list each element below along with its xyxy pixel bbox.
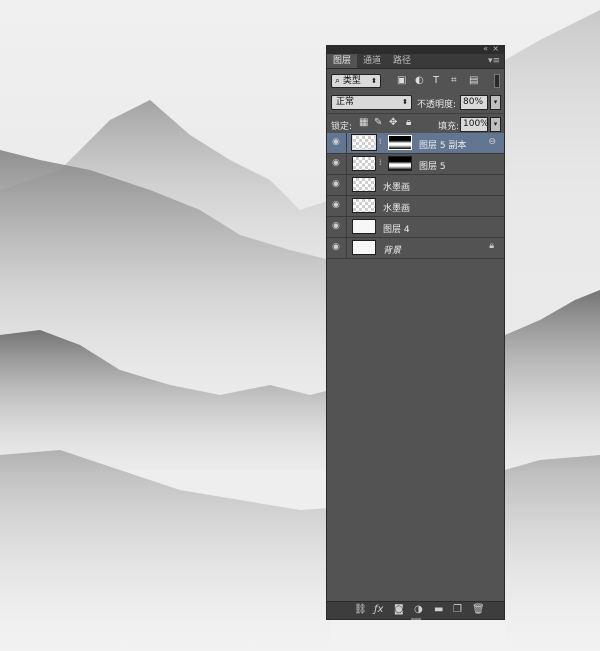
layers-panel: « × 图层 通道 路径 ▾≡ ⌕ 类型 ⬍ ▣ ◐ T ⌗ ▤ 正常 ⬍ 不透… [326,44,505,620]
panel-menu-icon[interactable]: ▾≡ [488,54,500,68]
lock-all-icon[interactable]: 🔒︎ [406,117,411,128]
layers-list: ◉ ⁞ 图层 5 副本 ⊖ ◉ ⁞ 图层 5 ◉ 水墨画 ◉ 水墨画 ◉ 图层 … [327,133,504,603]
type-filter-icon[interactable]: T [433,75,439,86]
close-icon[interactable]: × [492,44,499,53]
link-layers-icon[interactable]: ⛓ [354,604,367,615]
add-mask-icon[interactable]: ◙ [394,604,404,615]
lock-icon: 🔒︎ [489,241,494,251]
visibility-eye-icon[interactable]: ◉ [332,200,340,210]
trash-icon[interactable]: 🗑︎ [472,604,485,615]
tab-layers[interactable]: 图层 [327,54,358,68]
lower-ridge [0,450,330,651]
lock-transparent-pixels-icon[interactable]: ▦ [359,117,368,128]
visibility-eye-icon[interactable]: ◉ [332,158,340,168]
visibility-eye-icon[interactable]: ◉ [332,137,340,147]
blend-mode-select[interactable]: 正常 ⬍ [331,95,412,110]
new-group-icon[interactable]: ▬ [434,604,443,615]
lock-image-pixels-icon[interactable]: ✎ [374,117,382,128]
lower-ridge-right [505,455,600,651]
visibility-eye-icon[interactable]: ◉ [332,221,340,231]
blend-row: 正常 ⬍ 不透明度: 80% ▾ [327,92,504,113]
shape-filter-icon[interactable]: ⌗ [451,75,457,86]
panel-tabs: 图层 通道 路径 ▾≡ [327,54,504,69]
fx-icon[interactable]: ƒx [374,604,383,615]
new-layer-icon[interactable]: ❐ [453,604,462,615]
layer-row[interactable]: ◉ 水墨画 [327,175,504,196]
layer-row[interactable]: ◉ ⁞ 图层 5 副本 ⊖ [327,133,504,154]
collapse-icon[interactable]: « [483,44,488,53]
ink-mountain-canvas [0,10,600,651]
smart-object-filter-icon[interactable]: ▤ [469,75,478,86]
opacity-label: 不透明度: [417,100,457,110]
mask-link-icon[interactable]: ⁞ [379,137,382,146]
blend-mode-value: 正常 [336,97,355,107]
resize-grip[interactable] [411,618,421,620]
link-icon: ⊖ [488,137,496,147]
layer-name: 背景 [383,246,402,256]
filter-toggle-switch[interactable] [494,74,500,88]
layer-row[interactable]: ◉ 水墨画 [327,196,504,217]
filter-row: ⌕ 类型 ⬍ ▣ ◐ T ⌗ ▤ [327,72,504,92]
mask-link-icon[interactable]: ⁞ [379,158,382,167]
layer-thumbnail[interactable] [352,177,376,192]
layer-name: 图层 4 [383,225,410,235]
layer-mask-thumbnail[interactable] [388,156,412,171]
fill-field[interactable]: 100% [460,117,489,132]
layer-name: 水墨画 [383,183,411,193]
new-adjustment-layer-icon[interactable]: ◑ [414,604,423,615]
layer-thumbnail[interactable] [352,240,376,255]
image-filter-icon[interactable]: ▣ [397,75,406,86]
panel-title-bar[interactable]: « × [327,44,504,54]
opacity-field[interactable]: 80% [460,95,488,110]
layer-name: 图层 5 副本 [419,141,467,151]
panel-bottom-toolbar: ⛓ ƒx ◙ ◑ ▬ ❐ 🗑︎ [327,601,504,620]
layer-thumbnail[interactable] [352,198,376,213]
visibility-eye-icon[interactable]: ◉ [332,242,340,252]
chevron-updown-icon: ⬍ [371,77,377,85]
lock-row: 锁定: ▦ ✎ ✥ 🔒︎ 填充: 100% ▾ [327,113,504,134]
layer-row[interactable]: ◉ ⁞ 图层 5 [327,154,504,175]
tab-paths[interactable]: 路径 [387,54,417,68]
adjustment-filter-icon[interactable]: ◐ [415,75,424,86]
layer-mask-thumbnail[interactable] [388,135,412,150]
filter-kind-label: ⌕ 类型 [335,76,361,86]
right-mountains [505,290,600,470]
layer-thumbnail[interactable] [351,134,377,151]
opacity-dropdown-button[interactable]: ▾ [490,95,501,110]
layer-thumbnail[interactable] [352,219,376,234]
lock-label: 锁定: [331,122,353,132]
fill-dropdown-button[interactable]: ▾ [490,117,501,132]
layer-row[interactable]: ◉ 图层 4 [327,217,504,238]
layer-name: 图层 5 [419,162,446,172]
layer-thumbnail[interactable] [352,156,376,171]
layer-row[interactable]: ◉ 背景 🔒︎ [327,238,504,259]
chevron-updown-icon: ⬍ [402,98,408,106]
filter-kind-select[interactable]: ⌕ 类型 ⬍ [331,74,381,88]
tab-channels[interactable]: 通道 [357,54,387,68]
visibility-eye-icon[interactable]: ◉ [332,179,340,189]
far-peaks-right [505,10,600,250]
fill-label: 填充: [438,122,460,132]
layer-name: 水墨画 [383,204,411,214]
lock-position-icon[interactable]: ✥ [389,117,397,128]
